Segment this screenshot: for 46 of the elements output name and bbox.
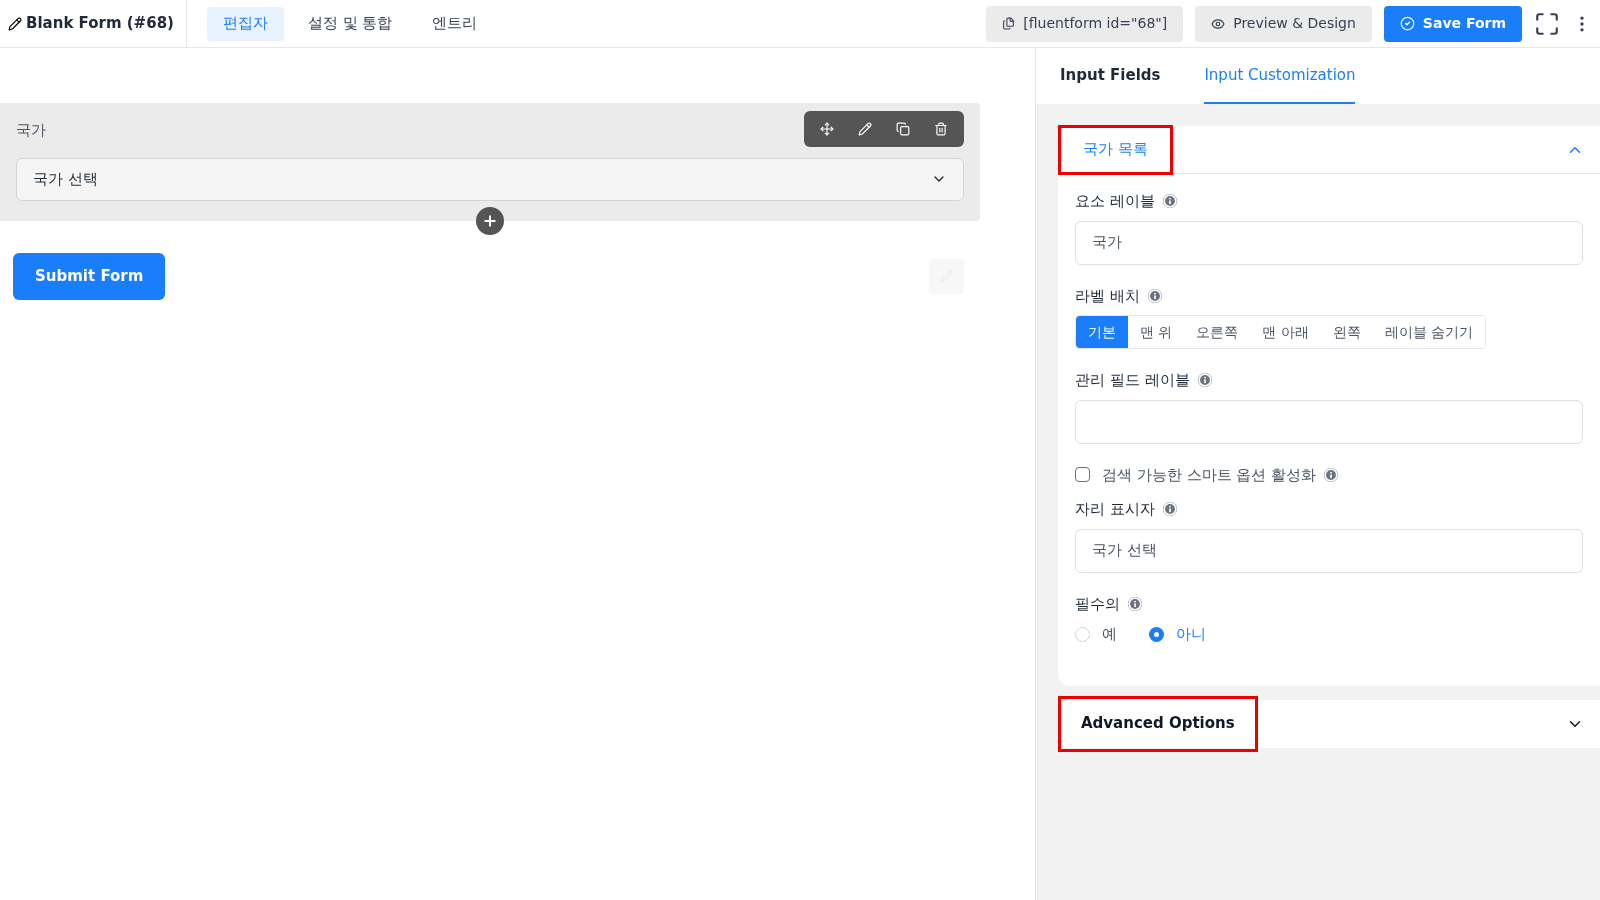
advanced-title[interactable]: Advanced Options (1058, 695, 1258, 752)
text-input[interactable] (1075, 399, 1583, 444)
radio-label: 예 (1102, 624, 1117, 645)
info-icon (1162, 502, 1177, 517)
text-input[interactable]: 국가 (1075, 220, 1583, 265)
add-field-button[interactable] (476, 206, 504, 235)
setting-label: 라벨 배치 (1075, 285, 1140, 307)
edit-icon[interactable] (858, 122, 872, 136)
plus-icon (482, 212, 498, 229)
copy-icon (1002, 17, 1016, 30)
field-label: 국가 (16, 120, 46, 141)
nav-tab[interactable]: 설정 및 통합 (291, 6, 409, 41)
radio-button[interactable] (1075, 626, 1090, 642)
info-icon (1324, 467, 1339, 482)
delete-icon[interactable] (934, 122, 948, 136)
shortcode-button[interactable]: [fluentform id="68"] (986, 5, 1184, 42)
nav-tab[interactable]: 엔트리 (416, 6, 494, 41)
check-icon (1399, 16, 1415, 31)
info-icon (1162, 194, 1177, 209)
placement-option[interactable]: 기본 (1076, 316, 1128, 348)
info-icon (1147, 288, 1162, 303)
country-select[interactable]: 국가 선택 (16, 157, 964, 201)
panel-tab[interactable]: Input Fields (1060, 48, 1161, 104)
setting-label: 관리 필드 레이블 (1075, 370, 1190, 391)
move-icon[interactable] (820, 122, 834, 136)
nav-tab[interactable]: 편집자 (206, 6, 284, 41)
checkbox[interactable] (1075, 467, 1090, 483)
checkbox-label: 검색 가능한 스마트 옵션 활성화 (1102, 464, 1317, 486)
setting-label: 자리 표시자 (1075, 499, 1155, 520)
info-icon (1197, 373, 1212, 388)
setting-label: 요소 레이블 (1075, 191, 1155, 212)
preview-button[interactable]: Preview & Design (1195, 5, 1372, 42)
radio-button[interactable] (1149, 626, 1164, 642)
setting-label: 필수의 (1075, 593, 1120, 615)
copy-icon[interactable] (896, 122, 910, 136)
radio-label: 아니 (1176, 624, 1206, 645)
eye-icon (1211, 16, 1226, 31)
save-button[interactable]: Save Form (1383, 5, 1522, 42)
form-title: Blank Form (#68) (26, 13, 174, 35)
section-title[interactable]: 국가 목록 (1058, 124, 1173, 175)
text-input[interactable]: 국가 선택 (1075, 528, 1583, 573)
info-icon (1128, 596, 1142, 611)
fullscreen-icon[interactable] (1534, 10, 1560, 37)
pencil-icon (8, 16, 22, 31)
panel-tab[interactable]: Input Customization (1204, 48, 1356, 104)
submit-button[interactable]: Submit Form (13, 252, 166, 300)
